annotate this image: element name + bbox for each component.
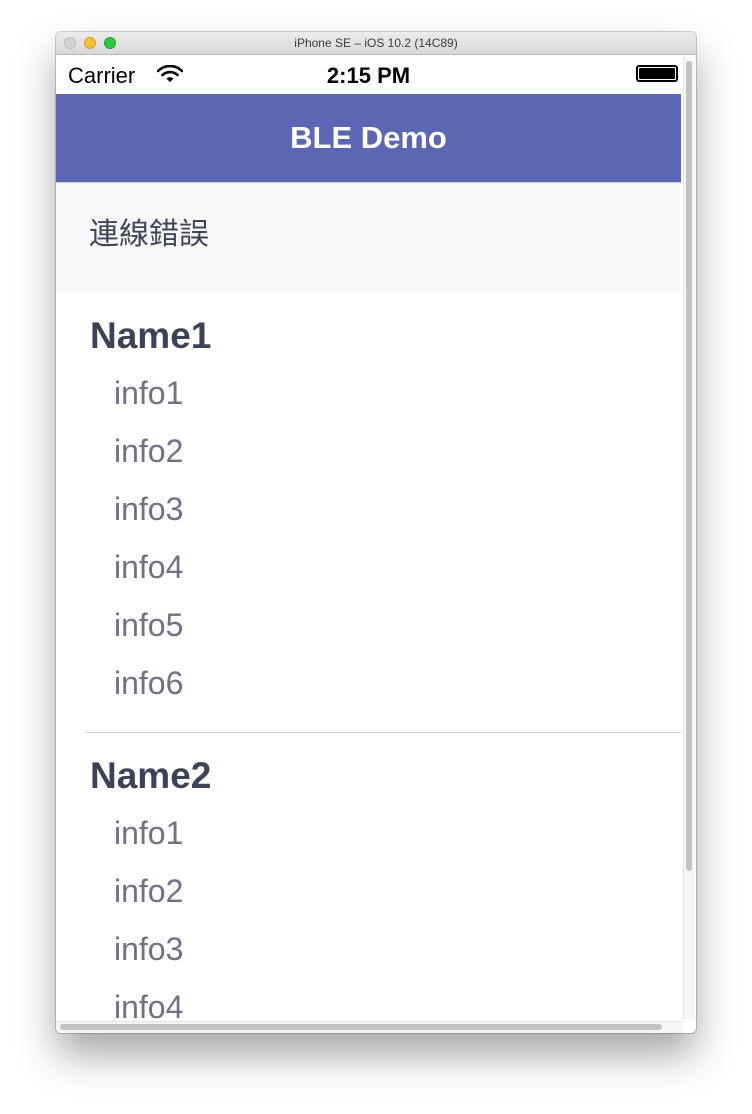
device-info: info2 [114,433,184,469]
error-message: 連線錯誤 [89,217,209,252]
window-titlebar[interactable]: iPhone SE – iOS 10.2 (14C89) [56,32,696,55]
device-info: info3 [114,931,184,967]
battery-icon [636,65,678,82]
status-bar: Carrier 2:15 PM [56,55,681,94]
vertical-scrollbar[interactable] [683,57,695,1019]
device-info: info2 [114,873,184,909]
horizontal-scrollbar[interactable] [56,1021,683,1033]
nav-title: BLE Demo [290,120,447,155]
device-info: info1 [114,815,184,851]
window-title: iPhone SE – iOS 10.2 (14C89) [294,36,458,50]
device-info: info1 [114,375,184,411]
device-name: Name2 [90,755,212,796]
device-divider [86,732,681,733]
horizontal-scroll-thumb[interactable] [60,1024,662,1030]
error-panel: 連線錯誤 [56,183,681,293]
navigation-bar: BLE Demo [56,94,681,183]
device-name: Name1 [90,315,212,356]
device-info: info3 [114,491,184,527]
device-list[interactable]: Name1 info1 info2 info3 info4 info5 info… [56,293,681,1021]
vertical-scroll-thumb[interactable] [686,61,692,871]
battery-level [639,68,675,79]
simulator-window: iPhone SE – iOS 10.2 (14C89) Carrier 2:1… [56,32,696,1033]
device-screen: Carrier 2:15 PM BLE Demo 連線錯誤 Name1 info… [56,55,681,1021]
device-info: info6 [114,665,184,701]
status-time: 2:15 PM [326,63,411,88]
device-info: info5 [114,607,184,643]
device-info: info4 [114,989,184,1021]
device-info: info4 [114,549,184,585]
